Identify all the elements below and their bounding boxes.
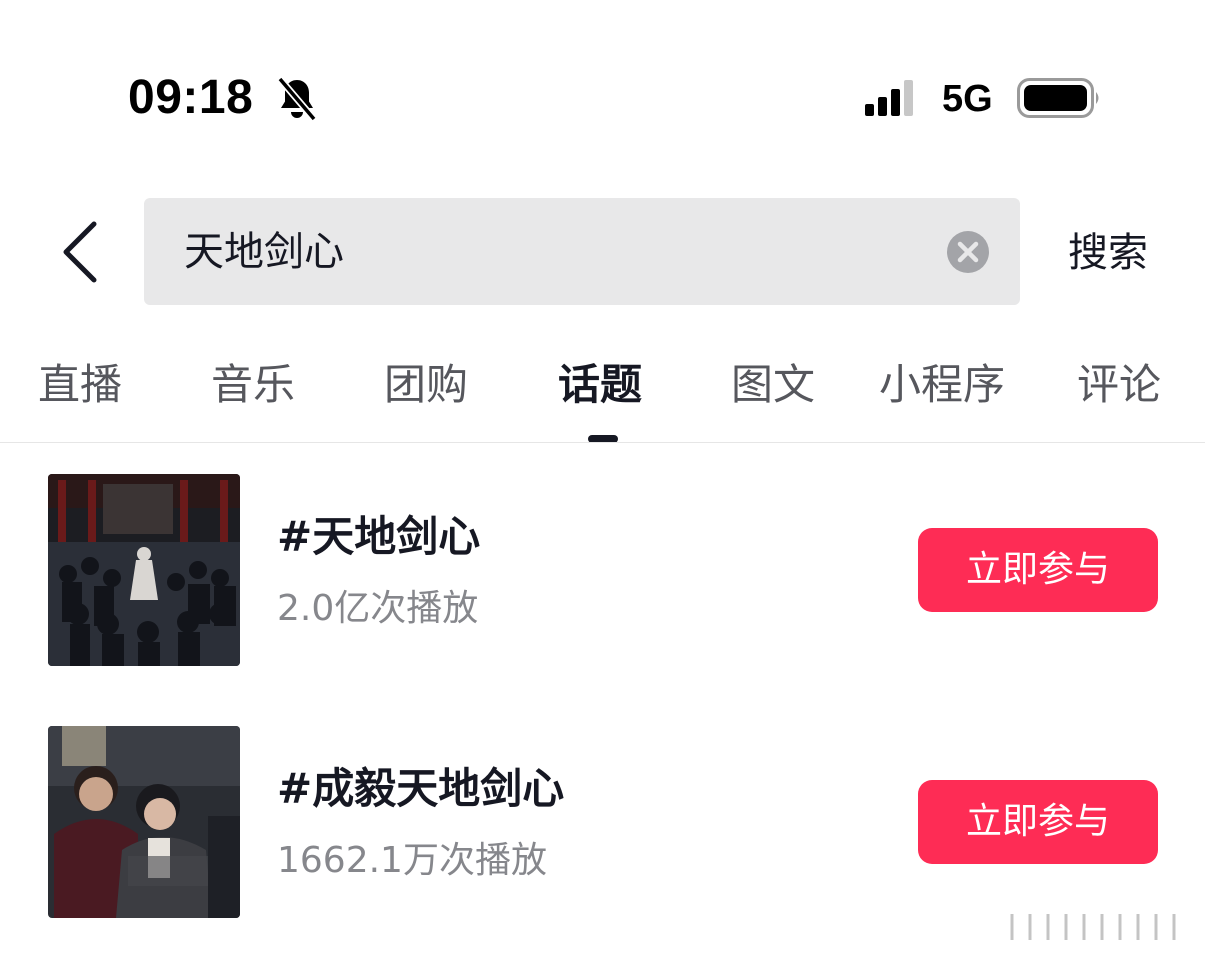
tab-music[interactable]: 音乐 [211,355,295,415]
back-arrow-icon[interactable] [56,220,106,284]
join-topic-button[interactable]: 立即参与 [918,528,1158,612]
category-tabs: 直播 音乐 团购 话题 图文 小程序 评论 [0,355,1205,415]
clear-icon[interactable] [946,230,990,274]
tab-mini-programs[interactable]: 小程序 [879,355,1005,415]
watermark-logo [1010,914,1176,940]
search-query[interactable]: 天地剑心 [184,228,344,276]
topic-thumbnail-image [48,726,240,918]
topic-title[interactable]: #成毅天地剑心 [277,764,564,814]
topic-title[interactable]: #天地剑心 [277,512,480,562]
battery-icon [1017,78,1099,118]
bell-muted-icon [277,76,317,122]
tab-image-text[interactable]: 图文 [731,355,815,415]
search-input[interactable]: 天地剑心 [144,198,1020,305]
signal-icon [865,80,913,116]
tab-comments[interactable]: 评论 [1077,355,1161,415]
tab-group-buy[interactable]: 团购 [384,355,468,415]
screen: 09:18 5G 天地剑心 搜索 直播 音乐 团购 话题 图文 小程序 评论 #… [0,0,1205,954]
tabs-divider [0,442,1205,443]
status-time: 09:18 [128,71,254,124]
topic-thumbnail [48,726,240,918]
topic-play-count: 2.0亿次播放 [277,588,479,629]
topic-row[interactable]: #成毅天地剑心 1662.1万次播放 立即参与 [0,726,1205,918]
join-topic-button[interactable]: 立即参与 [918,780,1158,864]
network-type: 5G [942,78,993,120]
search-button[interactable]: 搜索 [1068,228,1148,278]
tab-live[interactable]: 直播 [38,355,122,415]
topic-play-count: 1662.1万次播放 [277,840,547,881]
topic-thumbnail [48,474,240,666]
topic-thumbnail-image [48,474,240,666]
tab-topics[interactable]: 话题 [558,355,642,415]
topic-row[interactable]: #天地剑心 2.0亿次播放 立即参与 [0,474,1205,666]
